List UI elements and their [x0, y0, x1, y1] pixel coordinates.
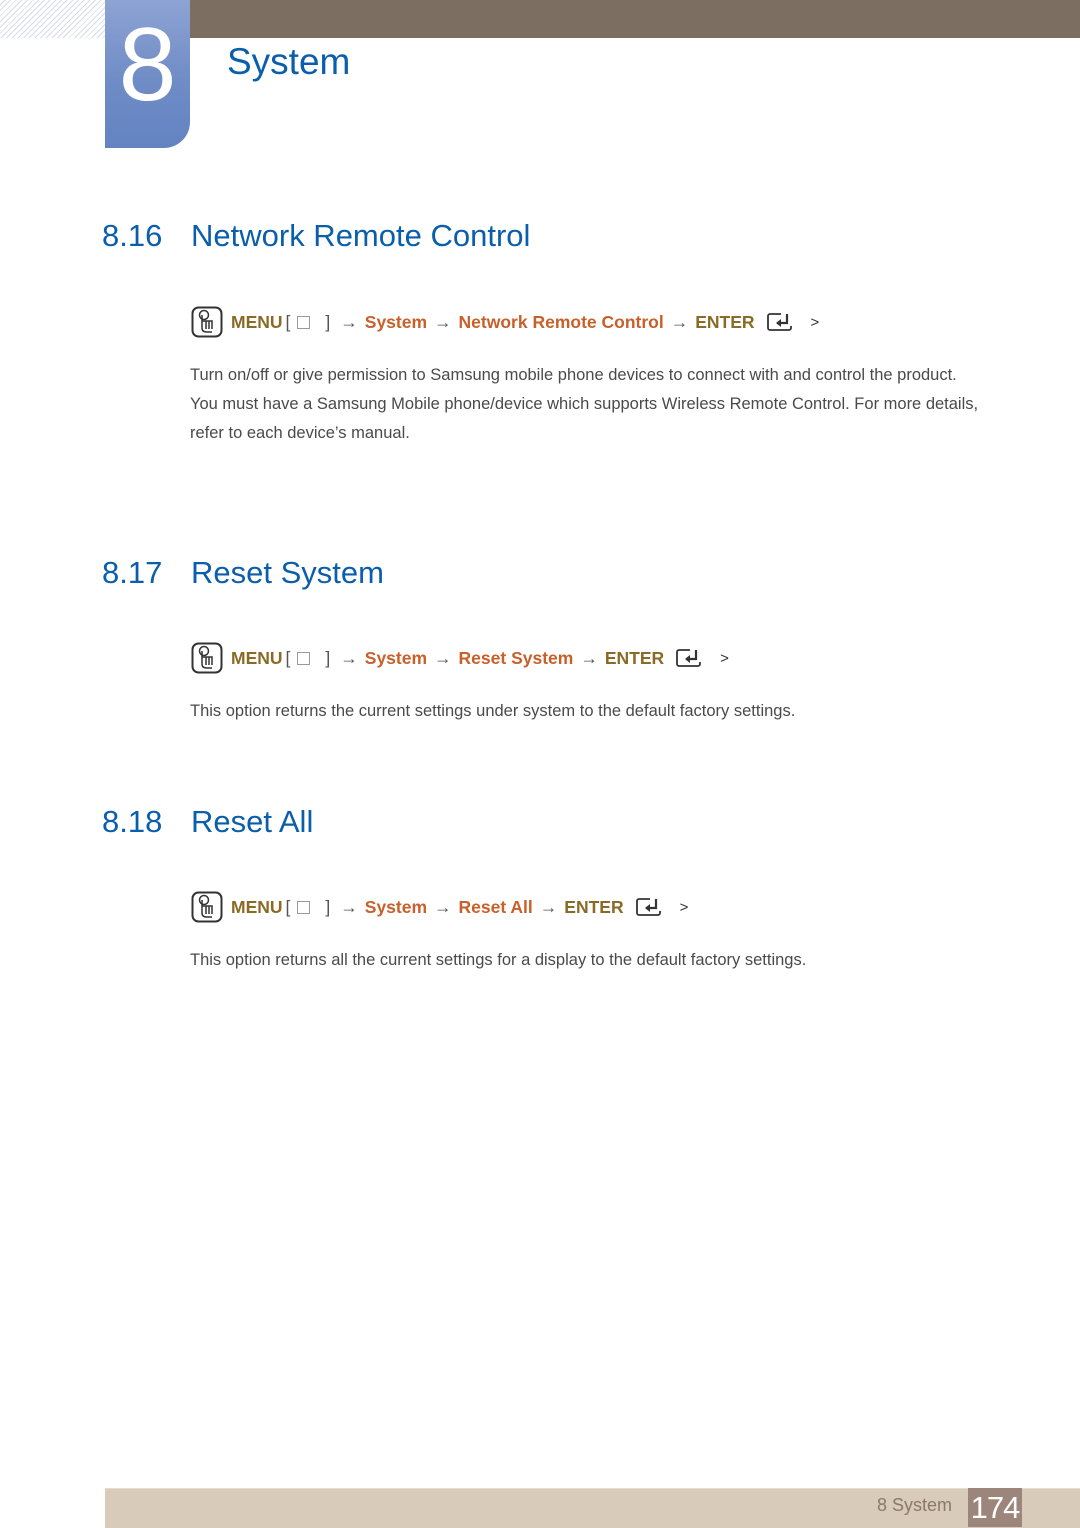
menu-key-label: MENU [231, 896, 283, 917]
menu-path: MENU [] → System → Reset All → ENTER > [191, 889, 688, 925]
touch-hand-icon [191, 891, 223, 923]
section-heading: 8.18 Reset All [102, 802, 313, 842]
trail-chevron: > [720, 649, 729, 667]
section-heading: 8.16 Network Remote Control [102, 216, 530, 256]
enter-icon [676, 649, 702, 667]
enter-icon [635, 898, 661, 916]
enter-key-label: ENTER [564, 896, 624, 917]
menu-button-icon [297, 651, 311, 665]
arrow-icon: → [434, 896, 452, 917]
section-heading: 8.17 Reset System [102, 553, 384, 593]
path-item-system: System [364, 896, 428, 917]
section-number: 8.16 [102, 218, 163, 253]
enter-key-label: ENTER [695, 311, 755, 332]
arrow-icon: → [434, 311, 452, 332]
paragraph: Turn on/off or give permission to Samsun… [190, 366, 957, 384]
chapter-tab: 8 [105, 0, 190, 148]
menu-button-icon [297, 315, 311, 329]
section-title: Network Remote Control [191, 218, 531, 253]
bracket-open: [ [285, 647, 291, 668]
path-item-system: System [364, 311, 428, 332]
menu-button-icon [297, 900, 311, 914]
enter-icon [766, 313, 792, 331]
section-number: 8.18 [102, 804, 163, 839]
header-hatch-decoration [0, 0, 105, 38]
section-title: Reset All [191, 804, 314, 839]
body-text: This option returns the current settings… [190, 697, 990, 726]
section-title: Reset System [191, 555, 384, 590]
arrow-icon: → [670, 311, 689, 332]
menu-key-label: MENU [231, 311, 283, 332]
bracket-open: [ [285, 896, 291, 917]
header-bar [190, 0, 1080, 38]
paragraph: This option returns all the current sett… [190, 951, 807, 969]
touch-hand-icon [191, 306, 223, 338]
arrow-icon: → [539, 896, 558, 917]
path-item-reset-system: Reset System [458, 647, 574, 668]
section-number: 8.17 [102, 555, 163, 590]
chapter-title: System [227, 41, 351, 82]
page-number: 174 [968, 1488, 1022, 1527]
arrow-icon: → [340, 311, 358, 332]
path-item-network-remote-control: Network Remote Control [458, 311, 664, 332]
arrow-icon: → [340, 896, 358, 917]
menu-path: MENU [] → System → Reset System → ENTER … [191, 640, 729, 676]
paragraph: This option returns the current settings… [190, 702, 796, 720]
menu-key-label: MENU [231, 647, 283, 668]
body-text: This option returns all the current sett… [190, 946, 990, 975]
bracket-close: ] [325, 311, 331, 332]
trail-chevron: > [810, 313, 820, 331]
touch-hand-icon [191, 642, 223, 674]
bracket-open: [ [285, 311, 291, 332]
arrow-icon: → [580, 647, 598, 668]
footer-chapter-label: 8 System [876, 1495, 952, 1515]
path-item-system: System [364, 647, 428, 668]
menu-path: MENU [] → System → Network Remote Contro… [191, 304, 819, 340]
arrow-icon: → [434, 647, 452, 668]
path-item-reset-all: Reset All [458, 896, 533, 917]
paragraph: You must have a Samsung Mobile phone/dev… [190, 395, 979, 442]
chapter-number: 8 [118, 7, 177, 123]
bracket-close: ] [325, 896, 331, 917]
arrow-icon: → [340, 647, 358, 668]
bracket-close: ] [325, 647, 331, 668]
body-text: Turn on/off or give permission to Samsun… [190, 361, 990, 448]
enter-key-label: ENTER [604, 647, 665, 668]
trail-chevron: > [679, 898, 689, 916]
